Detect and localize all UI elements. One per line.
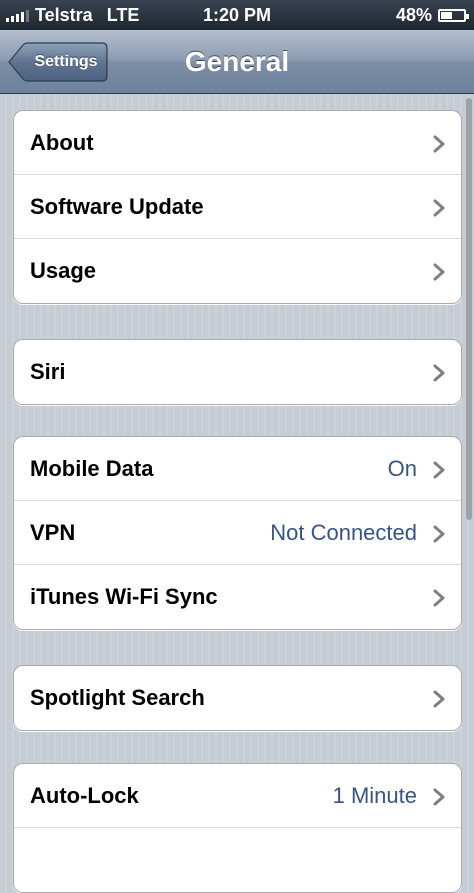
row-usage[interactable]: Usage [14, 239, 461, 303]
row-label: Mobile Data [30, 456, 154, 481]
status-bar: Telstra LTE 1:20 PM 48% [0, 0, 474, 30]
row-label: VPN [30, 520, 76, 545]
row-about[interactable]: About [14, 111, 461, 175]
chevron-right-icon [433, 263, 445, 281]
page-title: General [184, 46, 290, 77]
row-label: Auto-Lock [30, 783, 139, 808]
row-label: Usage [30, 258, 97, 283]
battery-fill [441, 12, 452, 19]
row-value: Not Connected [270, 520, 417, 545]
settings-group-lock: Auto-Lock 1 Minute [13, 763, 462, 893]
chevron-right-icon [433, 525, 445, 543]
chevron-right-icon [433, 690, 445, 708]
navigation-bar: Settings General [0, 30, 474, 94]
settings-group-spotlight: Spotlight Search [13, 665, 462, 731]
row-vpn[interactable]: VPN Not Connected [14, 501, 461, 565]
chevron-right-icon [433, 199, 445, 217]
row-next-partial[interactable] [14, 828, 461, 892]
settings-group-network: Mobile Data On VPN Not Connected iTunes … [13, 436, 462, 630]
settings-group-info: About Software Update Usage [13, 110, 462, 304]
row-auto-lock[interactable]: Auto-Lock 1 Minute [14, 764, 461, 828]
chevron-right-icon [433, 589, 445, 607]
row-label: Software Update [30, 194, 204, 219]
row-label: iTunes Wi-Fi Sync [30, 584, 218, 609]
row-label: About [30, 130, 94, 155]
row-value: On [387, 456, 417, 481]
row-itunes-wifi-sync[interactable]: iTunes Wi-Fi Sync [14, 565, 461, 629]
row-software-update[interactable]: Software Update [14, 175, 461, 239]
chevron-right-icon [433, 135, 445, 153]
row-mobile-data[interactable]: Mobile Data On [14, 437, 461, 501]
battery-icon [438, 9, 469, 22]
chevron-right-icon [433, 788, 445, 806]
row-spotlight-search[interactable]: Spotlight Search [14, 666, 461, 730]
status-right: 48% [395, 5, 469, 26]
chevron-right-icon [433, 461, 445, 479]
row-value: 1 Minute [332, 783, 417, 808]
row-label: Spotlight Search [30, 685, 205, 710]
chevron-right-icon [433, 364, 445, 382]
vertical-scrollbar[interactable] [466, 98, 472, 520]
battery-percent: 48% [395, 5, 432, 25]
row-label: Siri [30, 359, 66, 384]
settings-group-siri: Siri [13, 339, 462, 405]
row-siri[interactable]: Siri [14, 340, 461, 404]
